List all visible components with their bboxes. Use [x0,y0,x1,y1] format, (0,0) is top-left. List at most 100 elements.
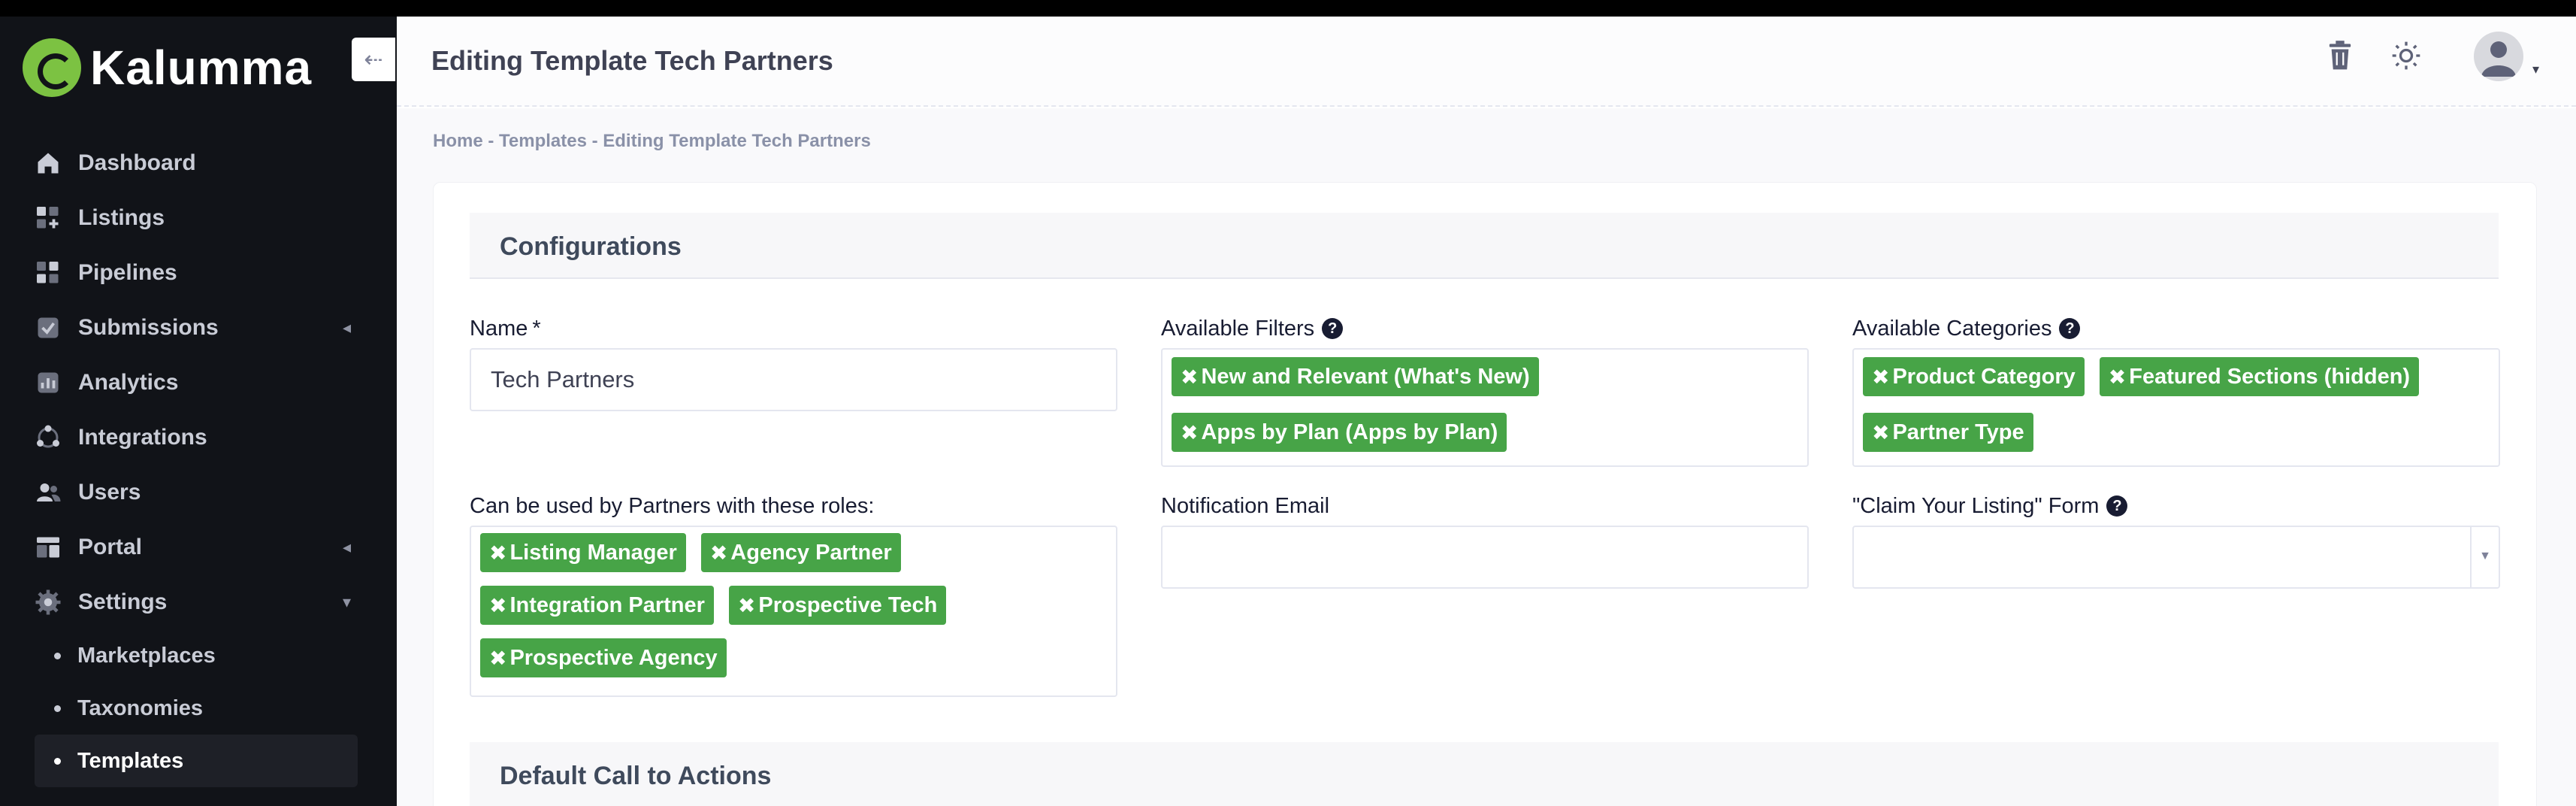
role-tag[interactable]: ✖ Prospective Tech [728,586,947,625]
tag-label: Integration Partner [509,592,705,617]
grid-add-icon [33,203,63,233]
category-tag[interactable]: ✖ Featured Sections (hidden) [2099,357,2420,396]
filters-multiselect[interactable]: ✖ New and Relevant (What's New) ✖ Apps by … [1161,348,1809,467]
select-divider [2470,527,2472,587]
notification-email-field[interactable] [1161,526,1809,589]
remove-icon[interactable]: ✖ [1872,365,1889,389]
category-tag[interactable]: ✖ Partner Type [1863,413,2033,452]
sidebar-item-listings[interactable]: Listings [0,190,397,245]
sidebar-item-label: Analytics [78,369,179,395]
trash-icon [2329,41,2351,70]
sidebar-item-portal[interactable]: Portal ◂ [0,520,397,574]
columns-icon [33,258,63,288]
avatar[interactable] [2474,32,2523,81]
tag-label: New and Relevant (What's New) [1201,364,1530,389]
sidebar-nav: Dashboard Listings Pipelines Submissions… [0,135,397,787]
remove-icon[interactable]: ✖ [710,541,727,565]
remove-icon[interactable]: ✖ [1872,420,1889,445]
sidebar-item-submissions[interactable]: Submissions ◂ [0,300,397,355]
sidebar-item-integrations[interactable]: Integrations [0,410,397,465]
tag-label: Prospective Tech [758,592,938,617]
sidebar-collapse-button[interactable]: ⇠ [352,38,395,81]
sidebar-item-pipelines[interactable]: Pipelines [0,245,397,300]
section-title: Configurations [500,232,682,261]
remove-icon[interactable]: ✖ [489,593,506,618]
help-icon[interactable]: ? [2059,318,2081,339]
app-name: Kalumma [90,41,313,95]
name-input[interactable]: Tech Partners [470,348,1117,411]
claim-form-field-group: "Claim Your Listing" Form ? ▼ [1852,492,2500,589]
check-square-icon [33,313,63,343]
bullet-icon [54,652,61,659]
help-icon[interactable]: ? [2106,495,2128,517]
app-logo[interactable]: Kalumma [23,30,312,105]
categories-multiselect[interactable]: ✖ Product Category ✖ Featured Sections (hi… [1852,348,2500,467]
sidebar-item-users[interactable]: Users [0,465,397,520]
chevron-left-icon: ◂ [343,538,352,556]
tag-label: Listing Manager [509,540,677,565]
delete-button[interactable] [2317,33,2363,78]
tag-label: Agency Partner [730,540,892,565]
roles-label: Can be used by Partners with these roles… [470,493,875,518]
sidebar-item-label: Settings [78,589,168,614]
filter-tag[interactable]: ✖ New and Relevant (What's New) [1172,357,1539,396]
sidebar-item-settings[interactable]: Settings ▾ [0,574,397,629]
required-marker: * [532,316,541,341]
section-title: Default Call to Actions [500,762,772,790]
name-field-group: Name * Tech Partners [470,315,1117,411]
sidebar-subitem-templates[interactable]: Templates [35,735,358,787]
sun-icon [2392,41,2420,70]
help-icon[interactable]: ? [1322,318,1344,339]
sidebar-subitem-marketplaces[interactable]: Marketplaces [0,629,397,682]
sidebar-item-label: Submissions [78,314,219,340]
section-configurations: Configurations [470,213,2499,279]
nodes-icon [33,423,63,453]
sidebar-item-label: Listings [78,205,165,230]
category-tag[interactable]: ✖ Product Category [1863,357,2085,396]
tag-label: Prospective Agency [509,645,718,670]
remove-icon[interactable]: ✖ [489,646,506,671]
filters-label-text: Available Filters [1161,316,1315,341]
remove-icon[interactable]: ✖ [738,593,755,618]
sidebar-item-analytics[interactable]: Analytics [0,355,397,410]
remove-icon[interactable]: ✖ [1181,365,1198,389]
roles-multiselect[interactable]: ✖ Listing Manager ✖ Agency Partner ✖ Integr… [470,526,1117,697]
claim-form-select[interactable]: ▼ [1852,526,2500,589]
chevron-down-icon[interactable]: ▾ [2532,62,2539,77]
sidebar-subitem-taxonomies[interactable]: Taxonomies [0,682,397,735]
name-label: Name * [470,315,1117,342]
filter-tag[interactable]: ✖ Apps by Plan (Apps by Plan) [1172,413,1507,452]
role-tag[interactable]: ✖ Integration Partner [480,586,714,625]
tag-label: Featured Sections (hidden) [2129,364,2411,389]
sidebar-item-label: Pipelines [78,259,177,285]
sidebar-subitem-label: Templates [77,748,184,773]
sidebar-item-label: Dashboard [78,150,196,175]
remove-icon[interactable]: ✖ [1181,420,1198,445]
bullet-icon [54,757,61,765]
sidebar-subitem-label: Taxonomies [77,695,204,720]
chart-icon [33,368,63,398]
tag-label: Partner Type [1892,420,2024,444]
sidebar-item-dashboard[interactable]: Dashboard [0,135,397,190]
main-content: Home - Templates - Editing Template Tech… [397,108,2576,806]
remove-icon[interactable]: ✖ [489,541,506,565]
claim-label: "Claim Your Listing" Form ? [1852,492,2500,520]
template-form-card: Configurations Name * Tech Partners Avai… [433,182,2537,806]
chevron-down-icon[interactable]: ▼ [2479,550,2491,563]
users-icon [33,477,63,508]
role-tag[interactable]: ✖ Agency Partner [700,533,901,572]
sidebar-item-label: Users [78,479,141,505]
home-icon [33,148,63,178]
role-tag[interactable]: ✖ Listing Manager [480,533,686,572]
role-tag[interactable]: ✖ Prospective Agency [480,638,727,677]
email-label: Notification Email [1161,493,1330,518]
breadcrumb: Home - Templates - Editing Template Tech… [433,131,871,151]
page-title: Editing Template Tech Partners [431,45,833,76]
section-default-cta: Default Call to Actions [470,742,2499,806]
sidebar: Kalumma ⇠ Dashboard Listings Pipelines S… [0,17,397,806]
chevron-left-icon: ◂ [343,318,352,337]
sidebar-item-label: Portal [78,534,143,559]
theme-toggle-button[interactable] [2384,33,2429,78]
name-label-text: Name [470,316,528,341]
remove-icon[interactable]: ✖ [2109,365,2126,389]
